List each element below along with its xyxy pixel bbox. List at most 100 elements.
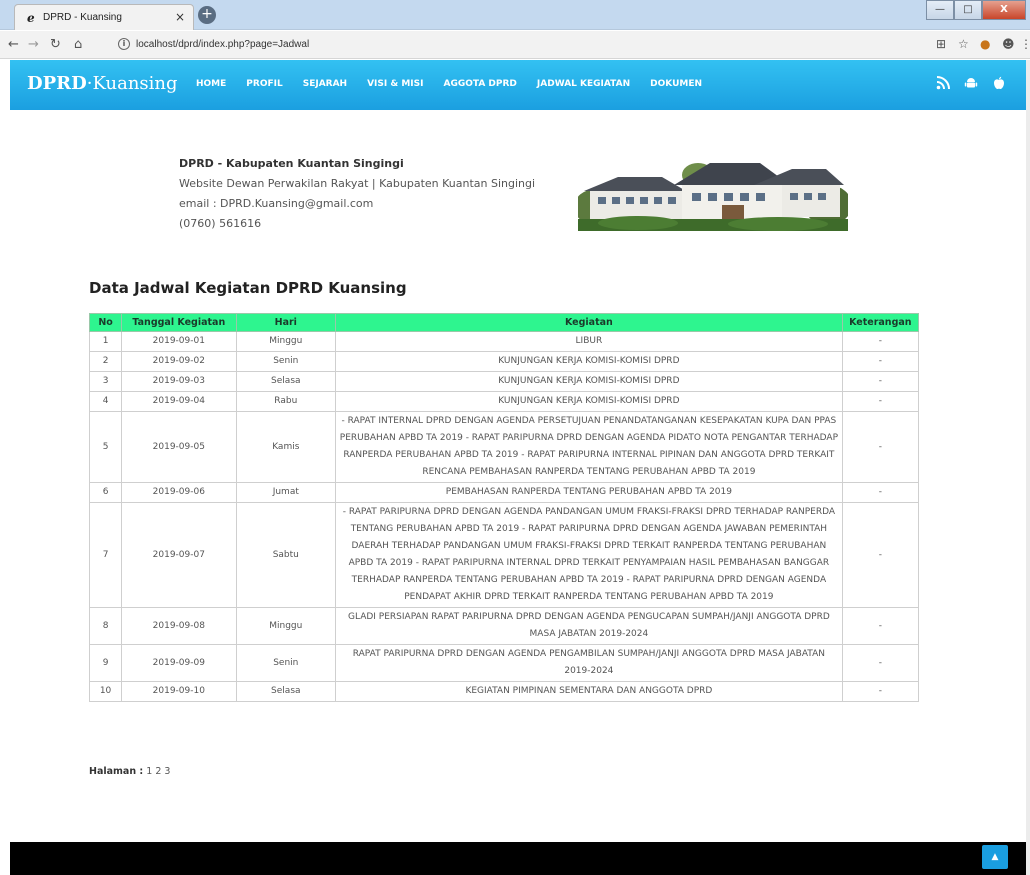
menu-dokumen[interactable]: DOKUMEN [650,79,702,89]
cell-no: 6 [88,482,123,503]
cell-tanggal: 2019-09-05 [121,411,237,483]
email-text: email : DPRD.Kuansing@gmail.com [179,197,374,210]
table-row: 5 2019-09-05 Kamis - RAPAT INTERNAL DPRD… [88,411,920,483]
cell-keterangan: - [841,351,920,372]
cell-keterangan: - [841,644,920,682]
cell-hari: Minggu [235,331,337,352]
cell-kegiatan: LIBUR [335,331,843,352]
header-hari: Hari [235,313,337,332]
menu-jadwal-kegiatan[interactable]: JADWAL KEGIATAN [537,79,630,89]
header-tanggal: Tanggal Kegiatan [121,313,237,332]
website-description: Website Dewan Perwakilan Rakyat | Kabupa… [179,177,536,190]
cell-tanggal: 2019-09-04 [121,391,237,412]
tab-title: DPRD - Kuansing [43,12,122,23]
table-row: 1 2019-09-01 Minggu LIBUR - [88,331,920,352]
header-keterangan: Keterangan [841,313,920,332]
cell-kegiatan: KUNJUNGAN KERJA KOMISI-KOMISI DPRD [335,371,843,392]
site-footer [10,842,1026,875]
cell-hari: Senin [235,351,337,372]
logo-bold-text: DPRD [27,73,87,94]
cell-kegiatan: - RAPAT PARIPURNA DPRD DENGAN AGENDA PAN… [335,502,843,608]
cell-no: 10 [88,681,123,702]
profile-icon[interactable]: ☻ [1002,37,1015,51]
maximize-button[interactable]: □ [954,0,982,20]
page-scrollbar[interactable] [1026,60,1030,875]
cell-no: 4 [88,391,123,412]
table-row: 8 2019-09-08 Minggu GLADI PERSIAPAN RAPA… [88,607,920,645]
menu-profil[interactable]: PROFIL [246,79,282,89]
cell-tanggal: 2019-09-06 [121,482,237,503]
cell-tanggal: 2019-09-10 [121,681,237,702]
cell-kegiatan: RAPAT PARIPURNA DPRD DENGAN AGENDA PENGA… [335,644,843,682]
cell-kegiatan: KUNJUNGAN KERJA KOMISI-KOMISI DPRD [335,351,843,372]
close-window-button[interactable]: X [982,0,1026,20]
menu-home[interactable]: HOME [196,79,226,89]
cell-no: 5 [88,411,123,483]
back-arrow-icon[interactable]: ← [8,37,19,52]
table-row: 10 2019-09-10 Selasa KEGIATAN PIMPINAN S… [88,681,920,702]
table-row: 3 2019-09-03 Selasa KUNJUNGAN KERJA KOMI… [88,371,920,392]
cell-hari: Kamis [235,411,337,483]
ie-favicon-icon: e [27,11,35,25]
new-tab-button[interactable]: + [198,6,216,24]
cell-keterangan: - [841,482,920,503]
info-icon[interactable]: i [118,38,130,50]
home-icon[interactable]: ⌂ [74,37,82,52]
tab-close-icon[interactable]: × [175,10,185,24]
page-link-2[interactable]: 2 [155,766,161,777]
header-no: No [88,313,123,332]
browser-tab[interactable]: e DPRD - Kuansing × [14,4,194,30]
menu-anggota-dprd[interactable]: AGGOTA DPRD [444,79,517,89]
cell-keterangan: - [841,502,920,608]
cell-keterangan: - [841,371,920,392]
cell-kegiatan: - RAPAT INTERNAL DPRD DENGAN AGENDA PERS… [335,411,843,483]
minimize-button[interactable]: — [926,0,954,20]
building-image [578,155,848,231]
schedule-title: Data Jadwal Kegiatan DPRD Kuansing [89,279,407,297]
menu-sejarah[interactable]: SEJARAH [303,79,347,89]
window-controls: — □ X [926,0,1026,20]
cell-tanggal: 2019-09-08 [121,607,237,645]
page-link-3[interactable]: 3 [164,766,170,777]
cell-kegiatan: KEGIATAN PIMPINAN SEMENTARA DAN ANGGOTA … [335,681,843,702]
apple-icon[interactable] [992,76,1006,94]
cell-keterangan: - [841,681,920,702]
scroll-to-top-button[interactable]: ▲ [982,845,1008,869]
cell-tanggal: 2019-09-01 [121,331,237,352]
cell-hari: Jumat [235,482,337,503]
cell-hari: Selasa [235,371,337,392]
menu-visi-misi[interactable]: VISI & MISI [367,79,423,89]
translate-icon[interactable]: ⊞ [936,37,946,51]
browser-toolbar: ← → ↻ ⌂ i localhost/dprd/index.php?page=… [0,31,1030,59]
table-header-row: No Tanggal Kegiatan Hari Kegiatan Ketera… [88,313,920,332]
bookmark-star-icon[interactable]: ☆ [958,37,969,51]
forward-arrow-icon[interactable]: → [28,37,39,52]
rss-icon[interactable] [936,76,950,94]
cell-keterangan: - [841,391,920,412]
cell-hari: Senin [235,644,337,682]
cell-no: 1 [88,331,123,352]
android-icon[interactable] [964,76,978,94]
page-link-1[interactable]: 1 [146,766,152,777]
cell-tanggal: 2019-09-03 [121,371,237,392]
cell-hari: Selasa [235,681,337,702]
logo-rest-text: ·Kuansing [86,73,178,94]
cell-keterangan: - [841,607,920,645]
cell-kegiatan: GLADI PERSIAPAN RAPAT PARIPURNA DPRD DEN… [335,607,843,645]
chevron-up-icon: ▲ [991,852,999,862]
cell-no: 3 [88,371,123,392]
org-name: DPRD - Kabupaten Kuantan Singingi [179,157,404,170]
site-logo[interactable]: DPRD·Kuansing [27,73,178,94]
table-row: 9 2019-09-09 Senin RAPAT PARIPURNA DPRD … [88,644,920,682]
menu-dots-icon[interactable]: ⋮ [1020,37,1030,51]
header-kegiatan: Kegiatan [335,313,843,332]
extension-icon[interactable]: ● [980,37,990,51]
phone-text: (0760) 561616 [179,217,262,230]
cell-tanggal: 2019-09-07 [121,502,237,608]
url-field[interactable]: localhost/dprd/index.php?page=Jadwal [136,39,309,50]
cell-no: 9 [88,644,123,682]
cell-tanggal: 2019-09-09 [121,644,237,682]
table-row: 7 2019-09-07 Sabtu - RAPAT PARIPURNA DPR… [88,502,920,608]
reload-icon[interactable]: ↻ [50,37,61,52]
pagination: Halaman : 1 2 3 [89,766,170,777]
